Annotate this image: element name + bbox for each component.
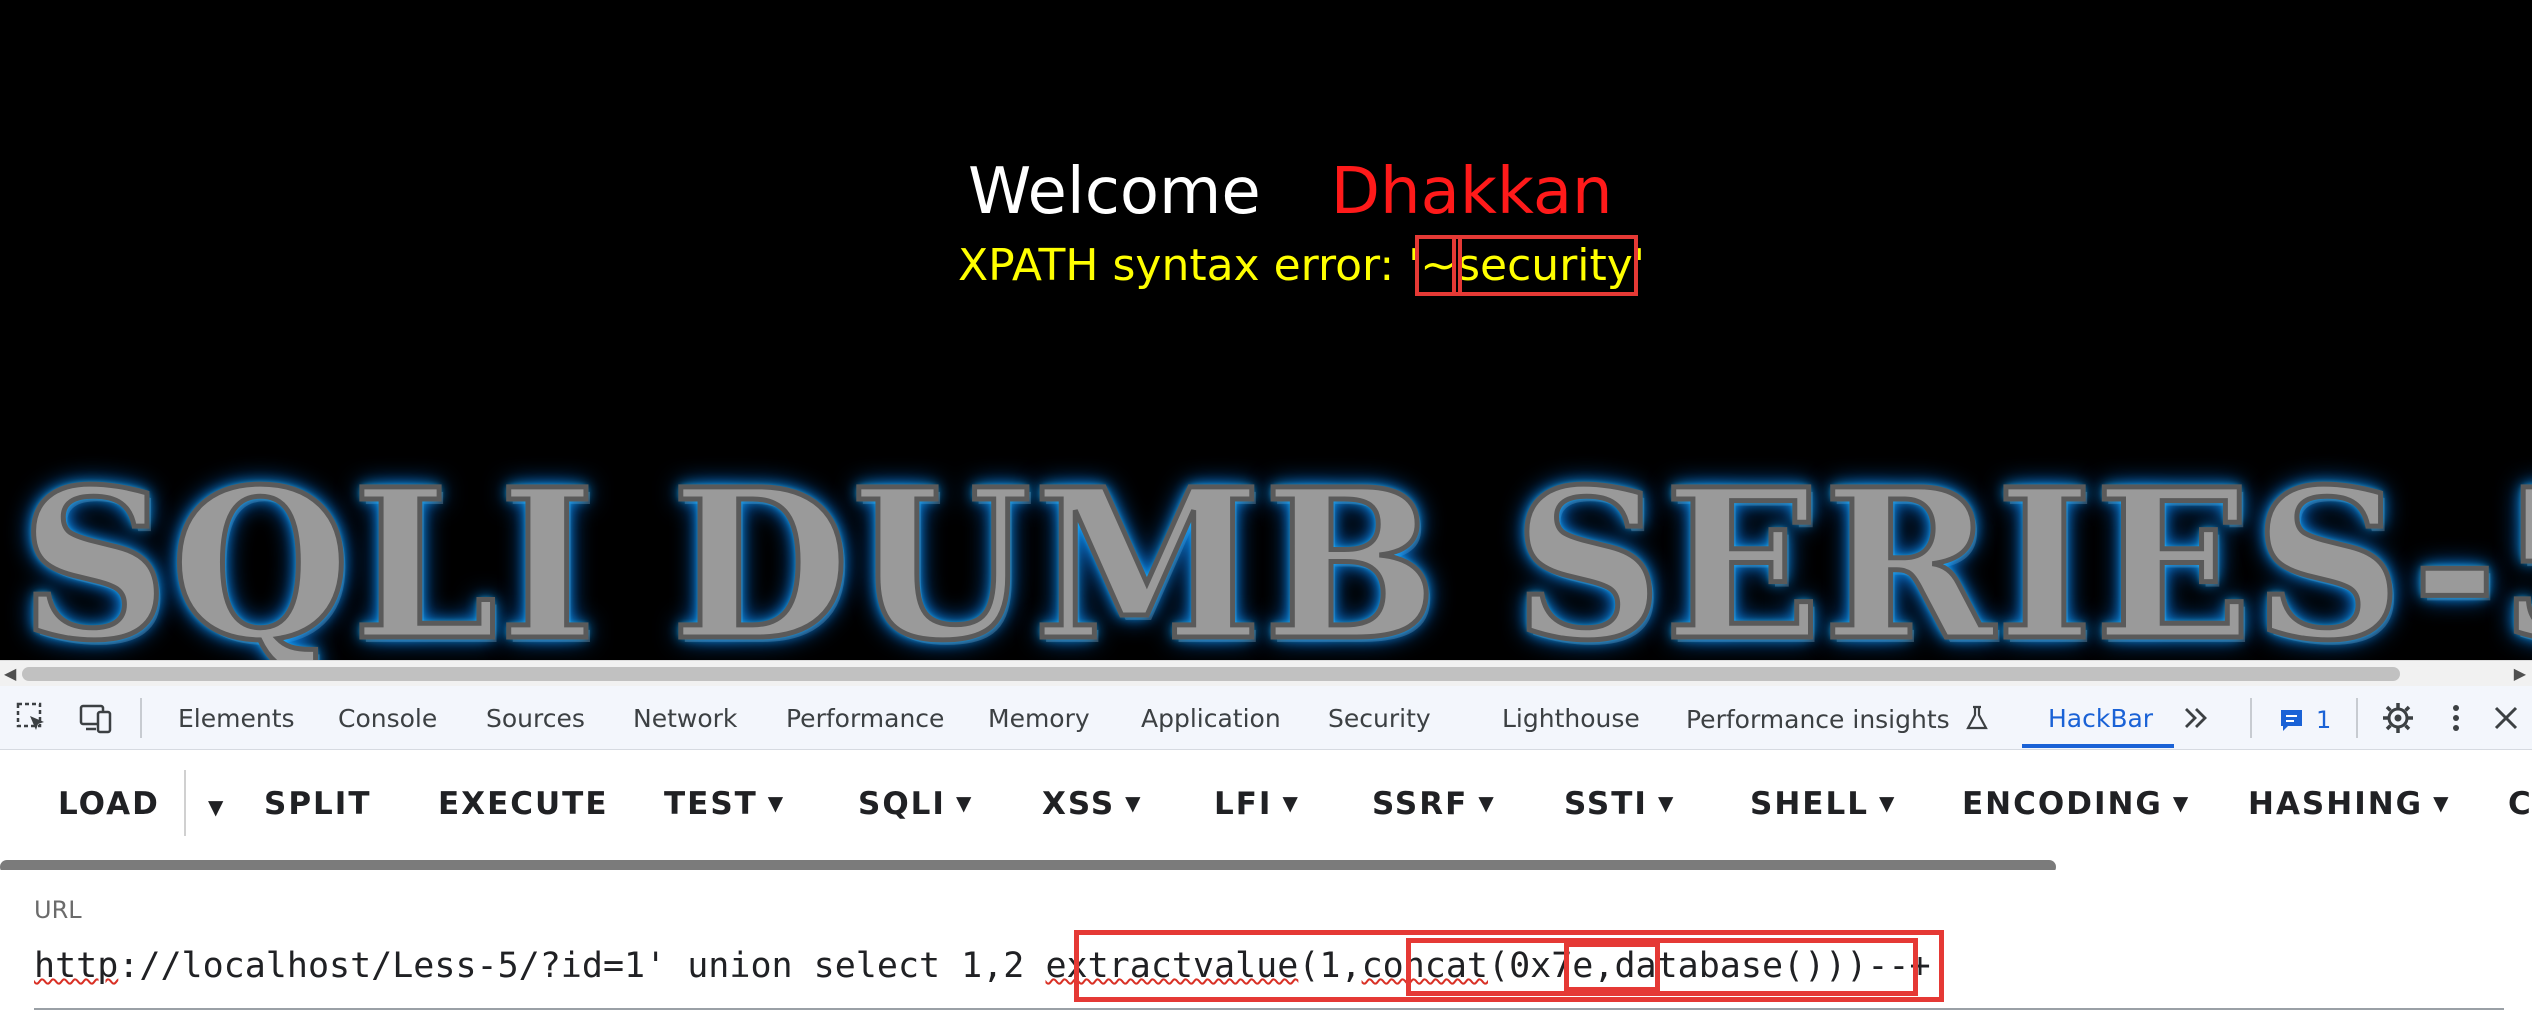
url-part-concat: concat (1361, 946, 1488, 986)
welcome-label: Welcome (968, 155, 1261, 229)
error-tilde: ~ (1415, 235, 1463, 296)
ssti-menu[interactable]: SSTI ▼ (1564, 786, 1675, 822)
page-horizontal-scrollbar[interactable]: ◀ ▶ (0, 660, 2532, 686)
toolbar-divider (2250, 698, 2252, 738)
chevron-down-icon: ▼ (2433, 791, 2451, 815)
xss-menu[interactable]: XSS ▼ (1042, 786, 1143, 822)
load-options-dropdown[interactable]: ▼ (198, 790, 225, 826)
hackbar-toolbar: LOAD ▼ SPLIT EXECUTE TEST ▼ SQLI ▼ XSS ▼ LF… (0, 750, 2532, 874)
url-input[interactable]: http://localhost/Less-5/?id=1' union sel… (34, 946, 1931, 986)
test-menu[interactable]: TEST ▼ (664, 786, 785, 822)
tab-performance-insights-label: Performance insights (1686, 705, 1950, 734)
url-part-http: http (34, 946, 119, 986)
experiment-flask-icon (1965, 705, 1988, 730)
sqli-banner-logo: SQLI DUMB SERIES-5 (18, 444, 2532, 661)
tab-hackbar[interactable]: HackBar (2048, 704, 2153, 733)
encoding-menu-label: ENCODING (1962, 786, 2163, 822)
sqli-menu[interactable]: SQLI ▼ (858, 786, 973, 822)
tab-performance-insights[interactable]: Performance insights (1686, 704, 1990, 734)
active-tab-indicator (2022, 744, 2174, 748)
tab-console[interactable]: Console (338, 704, 437, 733)
tab-memory[interactable]: Memory (988, 704, 1090, 733)
lfi-menu-label: LFI (1214, 786, 1273, 822)
scroll-left-icon[interactable]: ◀ (4, 664, 16, 684)
url-panel: URL http://localhost/Less-5/?id=1' union… (0, 870, 2532, 1011)
chevron-down-icon: ▼ (208, 795, 226, 819)
kebab-menu-icon[interactable] (2444, 700, 2468, 736)
issues-message-icon[interactable] (2278, 700, 2306, 736)
url-part-open: ( (1488, 946, 1510, 986)
more-tabs-chevron-icon[interactable] (2178, 700, 2214, 736)
toolbar-divider (184, 770, 186, 836)
hashing-menu-label: HASHING (2248, 786, 2424, 822)
url-part-close: )--+ (1846, 946, 1931, 986)
encoding-menu[interactable]: ENCODING ▼ (1962, 786, 2190, 822)
chevron-down-icon: ▼ (1282, 791, 1300, 815)
chevron-down-icon: ▼ (767, 791, 786, 815)
scrollbar-thumb[interactable] (22, 667, 2400, 681)
ssti-menu-label: SSTI (1564, 786, 1648, 822)
web-page-viewport: Welcome Dhakkan XPATH syntax error: '~sec… (0, 0, 2532, 660)
shell-menu-label: SHELL (1750, 786, 1869, 822)
url-part-host: ://localhost/Less-5/?id=1' union select … (118, 946, 1046, 986)
tab-application[interactable]: Application (1141, 704, 1281, 733)
url-label: URL (34, 896, 82, 924)
ssrf-menu-label: SSRF (1372, 786, 1469, 822)
url-part-database: ,database()) (1593, 946, 1847, 986)
tab-security[interactable]: Security (1328, 704, 1431, 733)
devtools-tab-bar: Elements Console Sources Network Perform… (0, 686, 2532, 750)
sqli-menu-label: SQLI (858, 786, 946, 822)
error-database-name: security (1452, 235, 1638, 296)
ssrf-menu[interactable]: SSRF ▼ (1372, 786, 1496, 822)
chevron-down-icon: ▼ (1125, 791, 1143, 815)
chevron-down-icon: ▼ (955, 791, 974, 815)
tab-network[interactable]: Network (633, 704, 737, 733)
shell-menu[interactable]: SHELL ▼ (1750, 786, 1896, 822)
tab-sources[interactable]: Sources (486, 704, 585, 733)
chevron-down-icon: ▼ (1657, 791, 1676, 815)
test-menu-label: TEST (664, 786, 758, 822)
load-button[interactable]: LOAD (58, 786, 160, 822)
error-prefix: XPATH syntax error: ' (958, 240, 1421, 291)
tab-elements[interactable]: Elements (178, 704, 295, 733)
settings-gear-icon[interactable] (2380, 700, 2416, 736)
url-part-extractvalue: extractvalue (1045, 946, 1299, 986)
chevron-down-icon: ▼ (1478, 791, 1496, 815)
toolbar-divider (140, 698, 142, 738)
chevron-down-icon: ▼ (2172, 791, 2191, 815)
inspect-element-icon[interactable] (14, 700, 50, 736)
hashing-menu[interactable]: HASHING ▼ (2248, 786, 2451, 822)
url-underline (34, 1008, 2504, 1010)
chevron-down-icon: ▼ (1878, 791, 1897, 815)
welcome-heading: Welcome Dhakkan (968, 160, 1613, 224)
url-part-hex: 0x7e (1509, 946, 1594, 986)
device-toolbar-icon[interactable] (78, 700, 114, 736)
url-part-args: (1, (1298, 946, 1362, 986)
execute-button[interactable]: EXECUTE (438, 786, 609, 822)
issues-count[interactable]: 1 (2316, 706, 2331, 734)
scroll-right-icon[interactable]: ▶ (2514, 664, 2526, 684)
toolbar-divider (2356, 698, 2358, 738)
tab-performance[interactable]: Performance (786, 704, 944, 733)
welcome-name: Dhakkan (1330, 155, 1613, 229)
xpath-error-message: XPATH syntax error: '~security' (958, 235, 1645, 296)
tab-lighthouse[interactable]: Lighthouse (1502, 704, 1640, 733)
split-button[interactable]: SPLIT (264, 786, 371, 822)
xss-menu-label: XSS (1042, 786, 1116, 822)
close-devtools-icon[interactable] (2490, 700, 2522, 736)
error-suffix: ' (1632, 240, 1645, 291)
lfi-menu[interactable]: LFI ▼ (1214, 786, 1300, 822)
overflow-menu[interactable]: C (2508, 786, 2532, 822)
